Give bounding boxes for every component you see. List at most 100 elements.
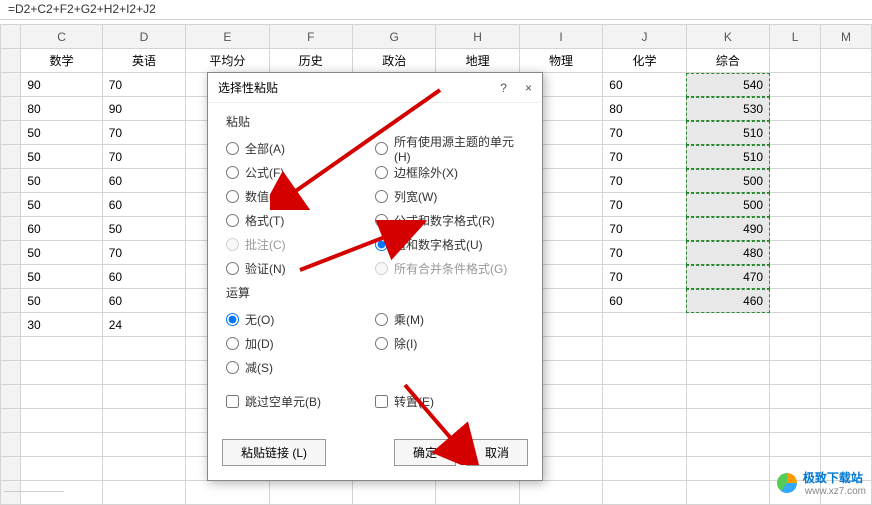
cell[interactable] [820, 121, 871, 145]
cell[interactable]: 50 [21, 289, 102, 313]
ok-button[interactable]: 确定 [394, 439, 456, 466]
cell[interactable] [686, 313, 769, 337]
cell[interactable]: 470 [686, 265, 769, 289]
cell[interactable] [102, 457, 185, 481]
col-header[interactable]: E [186, 25, 269, 49]
cell[interactable] [686, 433, 769, 457]
cell[interactable] [519, 481, 602, 505]
row-header[interactable] [1, 337, 21, 361]
calc-mul[interactable]: 乘(M) [375, 307, 524, 331]
cell[interactable]: 60 [102, 193, 185, 217]
cell[interactable]: 70 [603, 169, 686, 193]
cell[interactable] [603, 361, 686, 385]
cell[interactable]: 480 [686, 241, 769, 265]
cell[interactable]: 530 [686, 97, 769, 121]
cell[interactable] [820, 73, 871, 97]
cell[interactable]: 平均分 [186, 49, 269, 73]
opt-formats[interactable]: 格式(T) [226, 208, 375, 232]
row-header[interactable] [1, 193, 21, 217]
cell[interactable] [102, 409, 185, 433]
cell[interactable] [820, 289, 871, 313]
row-header[interactable] [1, 145, 21, 169]
opt-col-widths[interactable]: 列宽(W) [375, 184, 524, 208]
cell[interactable] [770, 193, 821, 217]
row-header[interactable] [1, 265, 21, 289]
cell[interactable]: 50 [21, 169, 102, 193]
cell[interactable]: 50 [21, 241, 102, 265]
cell[interactable] [21, 457, 102, 481]
cell[interactable] [603, 337, 686, 361]
calc-sub[interactable]: 减(S) [226, 355, 375, 379]
cell[interactable]: 80 [21, 97, 102, 121]
cell[interactable] [102, 481, 185, 505]
cell[interactable] [770, 169, 821, 193]
cell[interactable] [770, 361, 821, 385]
cell[interactable] [102, 433, 185, 457]
cell[interactable] [186, 481, 269, 505]
cell[interactable] [770, 409, 821, 433]
cell[interactable] [820, 385, 871, 409]
cell[interactable] [770, 385, 821, 409]
cell[interactable]: 60 [603, 289, 686, 313]
cell[interactable] [686, 481, 769, 505]
col-header[interactable]: K [686, 25, 769, 49]
cell[interactable] [770, 289, 821, 313]
cell[interactable] [102, 385, 185, 409]
cell[interactable]: 70 [603, 241, 686, 265]
opt-formulas[interactable]: 公式(F) [226, 160, 375, 184]
cell[interactable] [21, 409, 102, 433]
row-header[interactable] [1, 217, 21, 241]
cell[interactable] [820, 241, 871, 265]
help-icon[interactable]: ? [500, 73, 507, 103]
cell[interactable] [686, 457, 769, 481]
cell[interactable]: 60 [102, 289, 185, 313]
row-header[interactable] [1, 73, 21, 97]
cell[interactable] [770, 337, 821, 361]
cell[interactable]: 化学 [603, 49, 686, 73]
cell[interactable] [603, 385, 686, 409]
cell[interactable] [820, 409, 871, 433]
cell[interactable] [686, 337, 769, 361]
cell[interactable] [820, 265, 871, 289]
opt-validation[interactable]: 验证(N) [226, 256, 375, 280]
cell[interactable] [770, 265, 821, 289]
cell[interactable]: 地理 [436, 49, 519, 73]
row-header[interactable] [1, 457, 21, 481]
cell[interactable]: 物理 [519, 49, 602, 73]
cell[interactable] [770, 121, 821, 145]
row-header[interactable] [1, 97, 21, 121]
cell[interactable]: 60 [102, 265, 185, 289]
transpose-checkbox[interactable]: 转置(E) [375, 389, 524, 413]
sheet-tab-area[interactable] [4, 491, 64, 501]
opt-except-borders[interactable]: 边框除外(X) [375, 160, 524, 184]
cell[interactable]: 50 [102, 217, 185, 241]
corner-cell[interactable] [1, 25, 21, 49]
row-header[interactable] [1, 361, 21, 385]
formula-bar[interactable]: =D2+C2+F2+G2+H2+I2+J2 [0, 0, 872, 20]
cell[interactable] [102, 337, 185, 361]
cell[interactable]: 历史 [269, 49, 352, 73]
cell[interactable]: 50 [21, 265, 102, 289]
cell[interactable] [21, 385, 102, 409]
cell[interactable]: 70 [603, 121, 686, 145]
row-header[interactable] [1, 289, 21, 313]
cell[interactable] [102, 361, 185, 385]
cell[interactable]: 政治 [353, 49, 436, 73]
cell[interactable]: 60 [102, 169, 185, 193]
col-header[interactable]: H [436, 25, 519, 49]
cell[interactable]: 70 [603, 265, 686, 289]
cell[interactable] [820, 433, 871, 457]
cell[interactable] [770, 97, 821, 121]
paste-link-button[interactable]: 粘贴链接 (L) [222, 439, 326, 466]
cell[interactable] [820, 217, 871, 241]
cell[interactable]: 60 [603, 73, 686, 97]
cell[interactable] [436, 481, 519, 505]
cell[interactable]: 80 [603, 97, 686, 121]
row-header[interactable] [1, 241, 21, 265]
cell[interactable]: 510 [686, 121, 769, 145]
opt-formula-num-formats[interactable]: 公式和数字格式(R) [375, 208, 524, 232]
cell[interactable]: 30 [21, 313, 102, 337]
cell[interactable] [269, 481, 352, 505]
col-header[interactable]: J [603, 25, 686, 49]
col-header[interactable]: C [21, 25, 102, 49]
